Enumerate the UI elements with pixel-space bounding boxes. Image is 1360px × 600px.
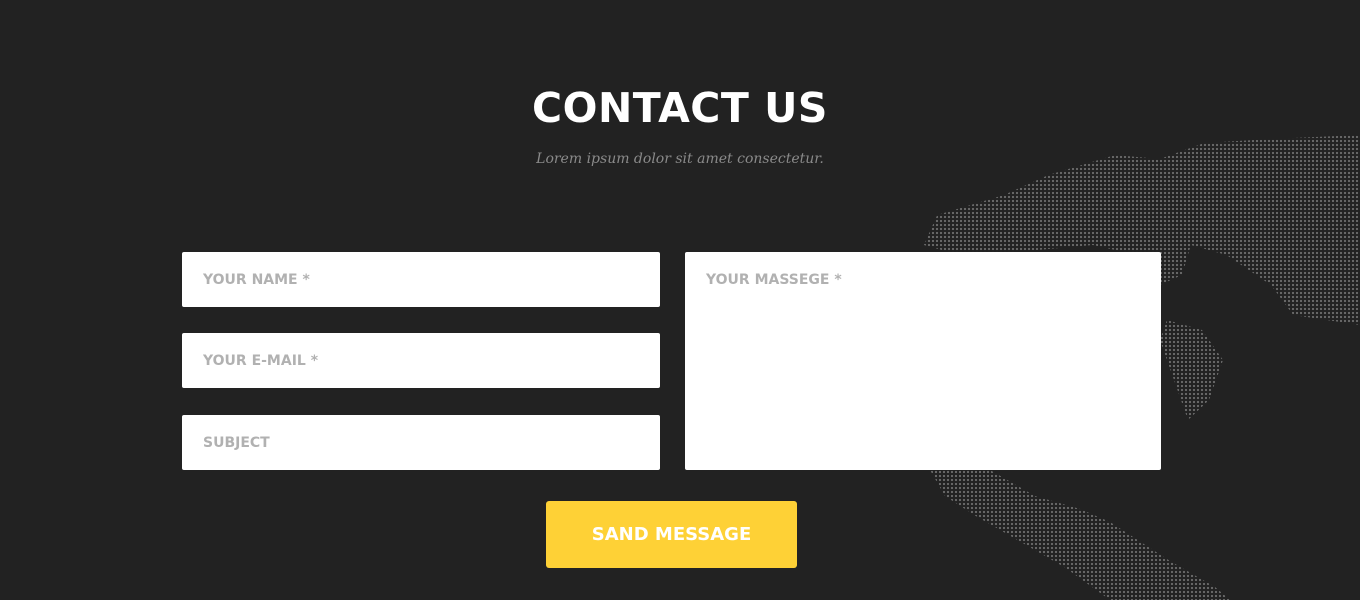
name-input[interactable]: [182, 252, 660, 307]
message-textarea[interactable]: [685, 252, 1161, 470]
email-input[interactable]: [182, 333, 660, 388]
section-title: CONTACT US: [532, 84, 828, 132]
world-map-dots: [1160, 320, 1223, 420]
world-map-dots: [930, 470, 1230, 600]
subject-input[interactable]: [182, 415, 660, 470]
send-message-button[interactable]: SAND MESSAGE: [546, 501, 797, 568]
section-subtitle: Lorem ipsum dolor sit amet consectetur.: [536, 151, 824, 167]
